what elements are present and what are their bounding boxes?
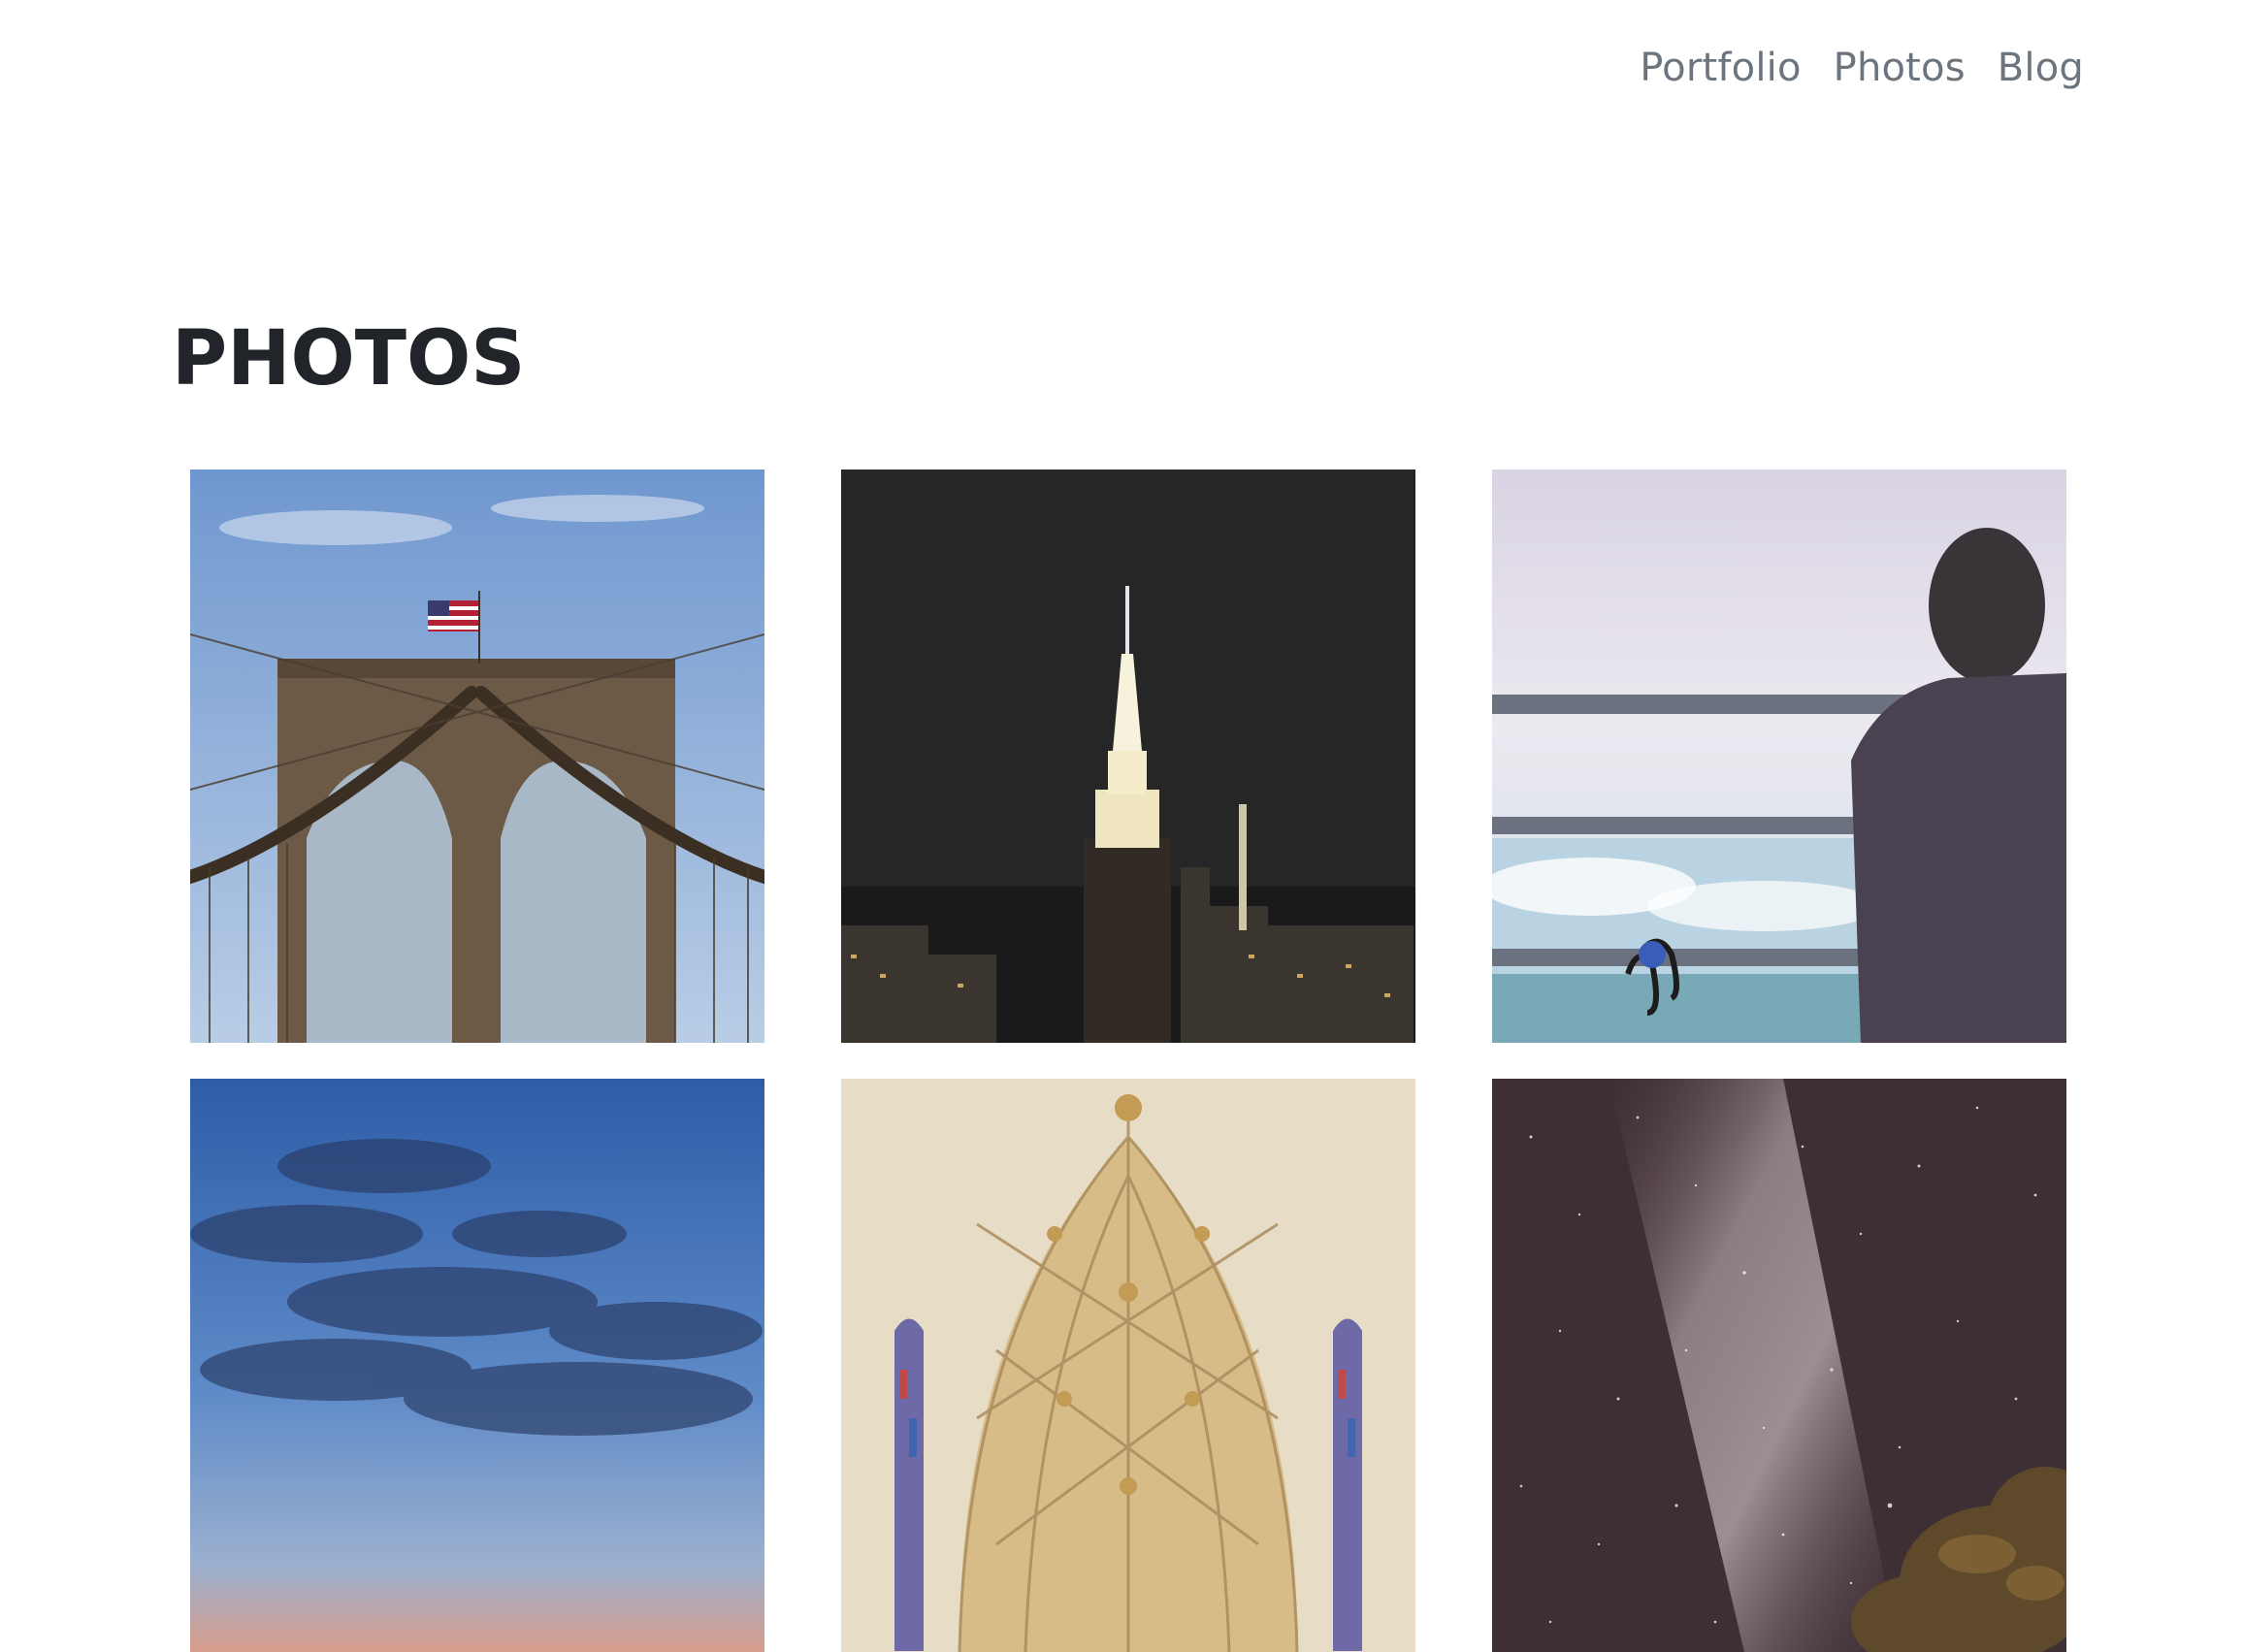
window-view-image xyxy=(1492,470,2066,1043)
cathedral-image xyxy=(841,1079,1415,1652)
photo-sky[interactable] xyxy=(190,1079,764,1652)
photo-milky-way[interactable] xyxy=(1492,1079,2066,1652)
sky-image xyxy=(190,1079,764,1652)
photo-window-view[interactable] xyxy=(1492,470,2066,1043)
bridge-image xyxy=(190,470,764,1043)
top-nav: Portfolio Photos Blog xyxy=(1640,39,2084,97)
page-title: PHOTOS xyxy=(172,315,526,403)
photo-cathedral[interactable] xyxy=(841,1079,1415,1652)
nav-link-portfolio[interactable]: Portfolio xyxy=(1640,39,1801,97)
skyline-image xyxy=(841,470,1415,1043)
nav-link-photos[interactable]: Photos xyxy=(1834,39,1966,97)
photo-grid xyxy=(190,470,2066,1652)
milky-way-image xyxy=(1492,1079,2066,1652)
nav-link-blog[interactable]: Blog xyxy=(1998,39,2084,97)
photo-bridge[interactable] xyxy=(190,470,764,1043)
photo-skyline[interactable] xyxy=(841,470,1415,1043)
